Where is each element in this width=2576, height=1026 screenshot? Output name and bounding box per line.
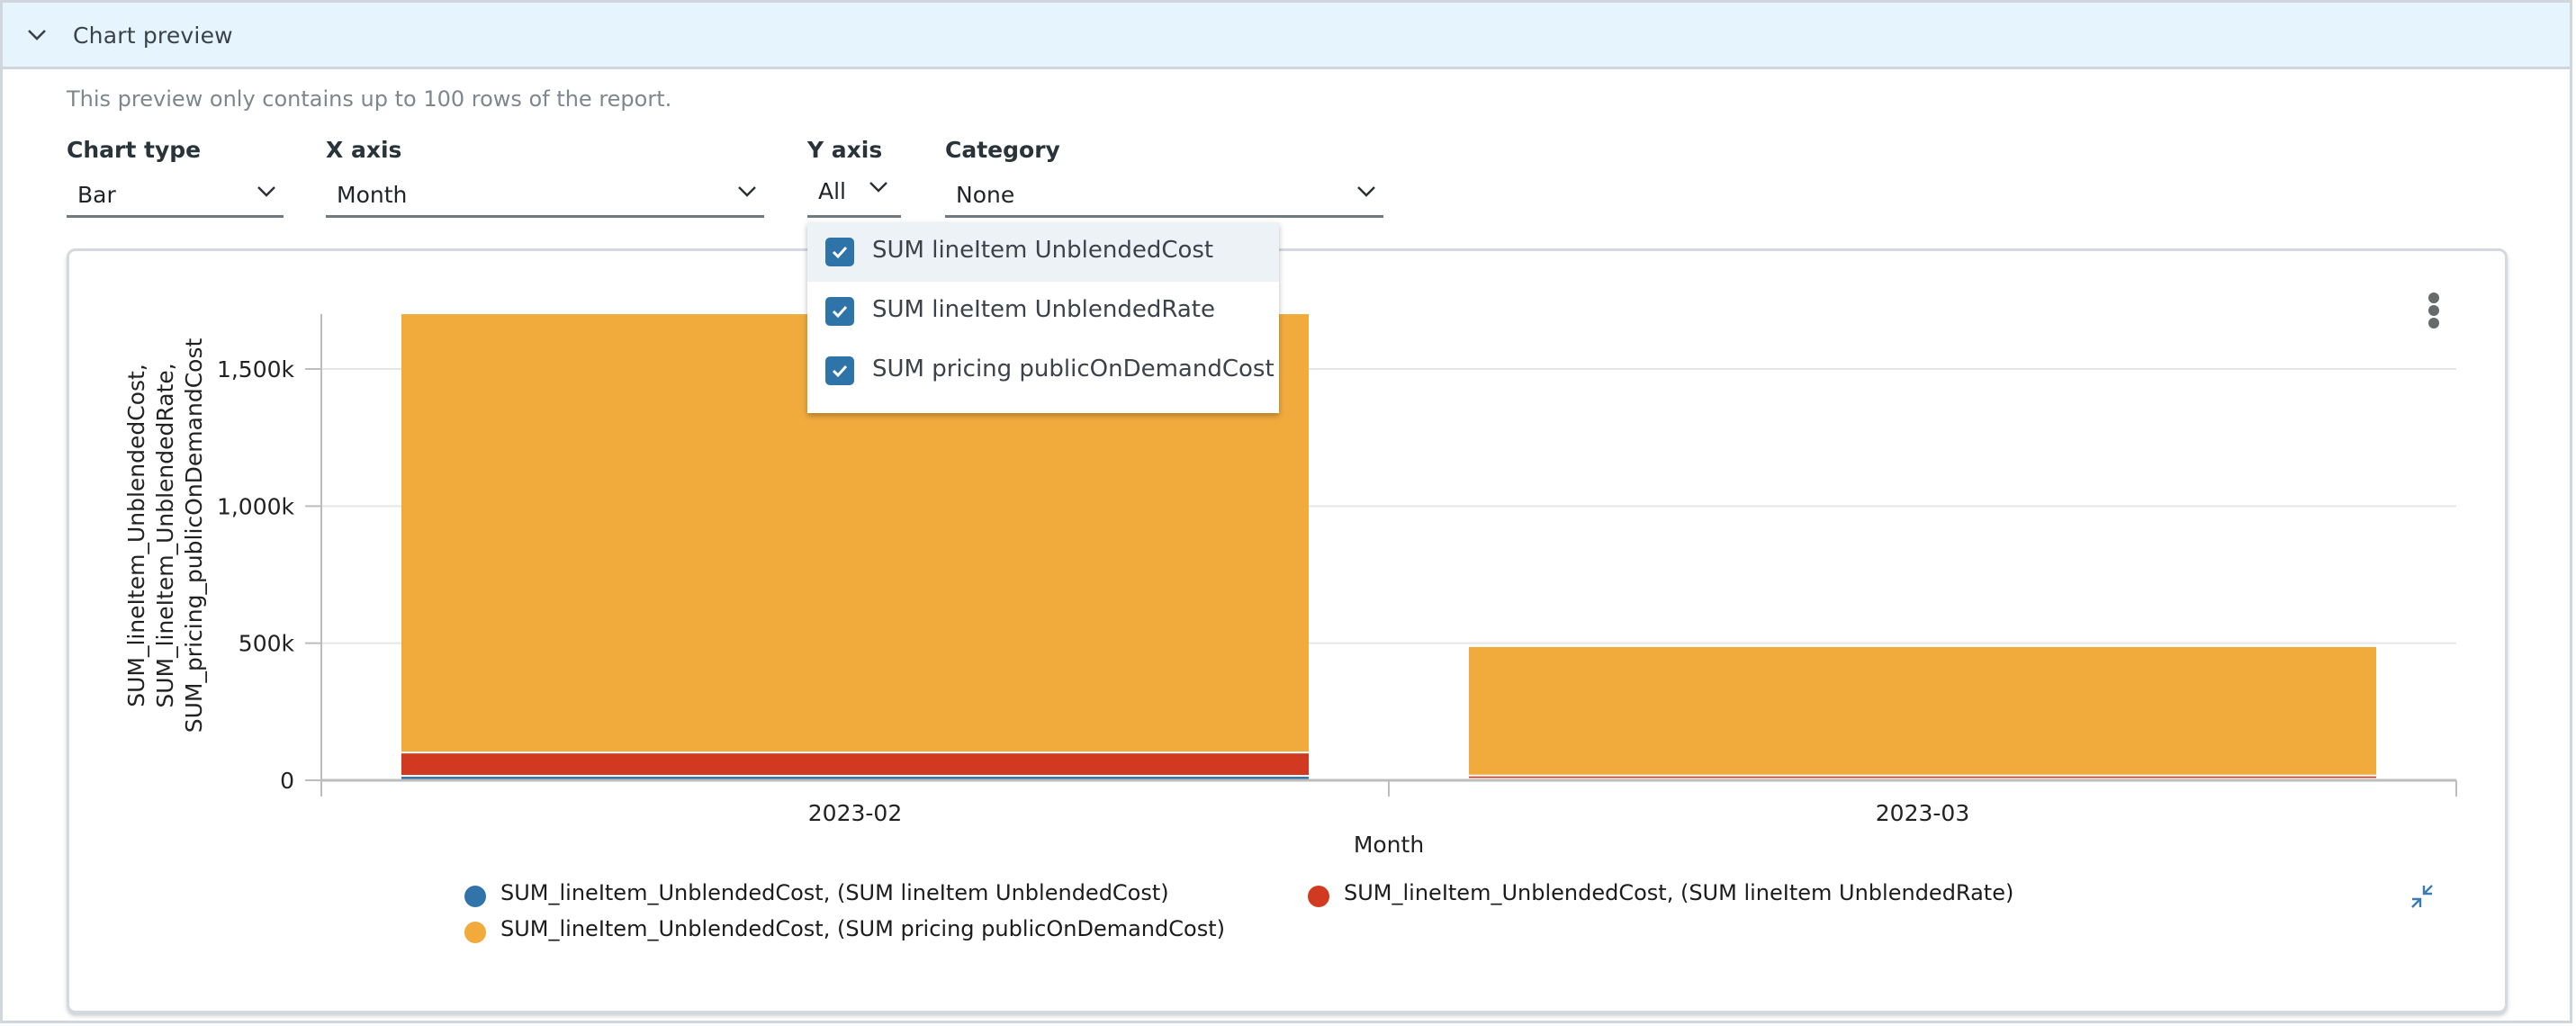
bar-segment [1468,776,2377,778]
bars [401,314,2377,780]
y-tick-label: 500k [239,631,295,657]
y-axis-title-line: SUM_pricing_publicOnDemandCost [181,338,207,734]
option-label: SUM lineItem UnblendedCost [872,237,1214,264]
legend-swatch-orange [464,922,486,943]
legend-label: SUM_lineItem_UnblendedCost, (SUM lineIte… [1344,880,2014,905]
x-tick-label: 2023-02 [808,800,902,826]
y-tick-labels: 0 500k 1,000k 1,500k [217,356,295,794]
option-label: SUM pricing publicOnDemandCost [872,356,1274,382]
y-axis-option[interactable]: SUM lineItem UnblendedCost [807,222,1279,282]
y-axis-dropdown-menu: SUM lineItem UnblendedCost SUM lineItem … [807,222,1279,413]
bar-segment [1468,646,2377,775]
checkbox-checked-icon[interactable] [825,297,854,326]
y-axis-title: SUM_lineItem_UnblendedCost, SUM_lineItem_… [123,338,207,734]
y-axis-title-line: SUM_lineItem_UnblendedRate, [152,363,178,707]
x-tick-label: 2023-03 [1876,800,1969,826]
checkbox-checked-icon[interactable] [825,238,854,266]
x-tick-labels: 2023-02 2023-03 [808,800,1969,826]
legend-label: SUM_lineItem_UnblendedCost, (SUM lineIte… [500,880,1169,905]
kebab-menu-icon[interactable] [2427,292,2441,332]
y-tick-label: 0 [280,768,294,794]
y-tick-label: 1,000k [217,493,295,519]
bar-chart: 0 500k 1,000k 1,500k 2023-02 2023-03 Month S… [123,313,2457,858]
legend-swatch-red [1308,886,1329,907]
y-axis-option[interactable]: SUM pricing publicOnDemandCost [807,341,1279,400]
x-axis-title: Month [1354,832,1424,858]
legend-label: SUM_lineItem_UnblendedCost, (SUM pricing… [500,916,1225,941]
bar-segment [401,753,1310,776]
y-axis-title-line: SUM_lineItem_UnblendedCost, [123,364,149,707]
option-label: SUM lineItem UnblendedRate [872,296,1215,323]
y-axis-option[interactable]: SUM lineItem UnblendedRate [807,282,1279,341]
y-tick-label: 1,500k [217,356,295,382]
legend-swatch-blue [464,886,486,907]
checkbox-checked-icon[interactable] [825,356,854,385]
collapse-icon[interactable] [2409,882,2437,911]
